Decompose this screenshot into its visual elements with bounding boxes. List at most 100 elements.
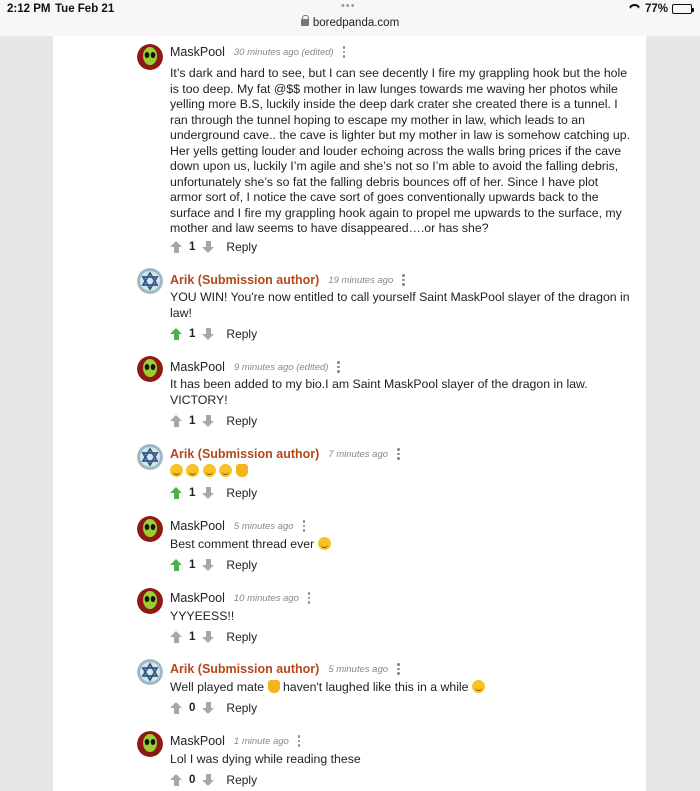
comment-author[interactable]: MaskPool xyxy=(170,591,225,605)
downvote-icon[interactable] xyxy=(202,241,215,253)
downvote-icon[interactable] xyxy=(202,702,215,714)
comment-time: 19 minutes ago xyxy=(328,274,394,286)
comment-time: 10 minutes ago xyxy=(233,592,299,604)
reply-button[interactable]: Reply xyxy=(226,414,257,428)
downvote-icon[interactable] xyxy=(202,328,215,340)
upvote-icon[interactable] xyxy=(170,631,182,643)
browser-more-dots-icon[interactable]: ••• xyxy=(341,0,356,12)
reply-button[interactable]: Reply xyxy=(226,327,257,341)
comment-author[interactable]: MaskPool xyxy=(170,45,225,59)
address-bar[interactable]: boredpanda.com xyxy=(0,15,700,29)
vote-count: 0 xyxy=(189,774,196,786)
downvote-icon[interactable] xyxy=(202,631,215,643)
laughing-face-icon xyxy=(186,464,200,477)
status-indicators: 77% xyxy=(628,3,694,15)
reply-button[interactable]: Reply xyxy=(226,240,257,254)
upvote-icon[interactable] xyxy=(170,415,182,427)
comment-text-part: Well played mate xyxy=(170,680,265,694)
downvote-icon[interactable] xyxy=(202,487,215,499)
vote-count: 1 xyxy=(189,415,196,427)
alien-avatar-icon xyxy=(137,731,163,757)
comment-author-op[interactable]: Arik (Submission author) xyxy=(170,662,319,676)
comment-time: 30 minutes ago (edited) xyxy=(233,46,334,58)
avatar-maskpool[interactable] xyxy=(137,44,163,70)
more-options-icon[interactable] xyxy=(342,46,346,58)
avatar-maskpool[interactable] xyxy=(137,731,163,757)
comment-time: 1 minute ago xyxy=(233,735,289,747)
upvote-icon[interactable] xyxy=(170,702,182,714)
wifi-icon xyxy=(628,4,641,14)
vote-bar: 1 Reply xyxy=(170,558,257,572)
laughing-face-icon xyxy=(170,464,183,477)
comment-author[interactable]: MaskPool xyxy=(170,519,225,533)
comment-text: Lol I was dying while reading these xyxy=(170,752,361,766)
comment-header: Arik (Submission author) 5 minutes ago xyxy=(170,661,400,677)
more-options-icon[interactable] xyxy=(307,592,311,604)
vote-bar: 1 Reply xyxy=(170,327,257,341)
avatar-maskpool[interactable] xyxy=(137,356,163,382)
vote-bar: 0 Reply xyxy=(170,701,257,715)
upvote-icon[interactable] xyxy=(170,487,182,499)
avatar-arik[interactable] xyxy=(137,444,163,470)
avatar-arik[interactable] xyxy=(137,659,163,685)
comment-text: Best comment thread ever xyxy=(170,537,630,553)
more-options-icon[interactable] xyxy=(397,448,400,460)
vote-bar: 1 Reply xyxy=(170,414,257,428)
vote-bar: 1 Reply xyxy=(170,486,257,500)
battery-icon xyxy=(672,4,694,14)
star-of-david-avatar-icon xyxy=(137,444,163,470)
upvote-icon[interactable] xyxy=(170,328,182,340)
laughing-face-icon xyxy=(317,537,331,550)
comment-time: 5 minutes ago xyxy=(328,663,389,675)
downvote-icon[interactable] xyxy=(202,774,215,786)
comment-header: Arik (Submission author) 19 minutes ago xyxy=(170,272,405,288)
alien-avatar-icon xyxy=(137,44,163,70)
alien-avatar-icon xyxy=(137,516,163,542)
battery-percent: 77% xyxy=(644,3,668,15)
alien-avatar-icon xyxy=(137,588,163,614)
thumbs-up-icon xyxy=(267,680,280,693)
avatar-arik[interactable] xyxy=(137,268,163,294)
comment-header: MaskPool 9 minutes ago (edited) xyxy=(170,359,340,375)
downvote-icon[interactable] xyxy=(202,415,215,427)
comment-header: Arik (Submission author) 7 minutes ago xyxy=(170,446,400,462)
comment-author-op[interactable]: Arik (Submission author) xyxy=(170,273,319,287)
more-options-icon[interactable] xyxy=(402,274,405,286)
reply-button[interactable]: Reply xyxy=(226,701,257,715)
vote-bar: 1 Reply xyxy=(170,630,257,644)
star-of-david-avatar-icon xyxy=(137,659,163,685)
upvote-icon[interactable] xyxy=(170,559,182,571)
more-options-icon[interactable] xyxy=(397,663,400,675)
more-options-icon[interactable] xyxy=(302,520,306,532)
vote-count: 1 xyxy=(189,241,196,253)
comment-author[interactable]: MaskPool xyxy=(170,734,225,748)
status-time: 2:12 PM xyxy=(7,3,51,15)
comment-time: 7 minutes ago xyxy=(328,448,389,460)
star-of-david-avatar-icon xyxy=(137,268,163,294)
lock-icon xyxy=(300,15,310,26)
reply-button[interactable]: Reply xyxy=(226,486,257,500)
status-date: Tue Feb 21 xyxy=(55,3,115,15)
more-options-icon[interactable] xyxy=(297,735,301,747)
vote-count: 0 xyxy=(189,702,196,714)
comment-header: MaskPool 30 minutes ago (edited) xyxy=(170,44,346,60)
avatar-maskpool[interactable] xyxy=(137,516,163,542)
laughing-face-icon xyxy=(202,464,216,477)
reply-button[interactable]: Reply xyxy=(226,558,257,572)
vote-count: 1 xyxy=(189,487,196,499)
vote-bar: 0 Reply xyxy=(170,773,257,787)
comment-author[interactable]: MaskPool xyxy=(170,360,225,374)
comment-author-op[interactable]: Arik (Submission author) xyxy=(170,447,319,461)
more-options-icon[interactable] xyxy=(337,361,340,373)
reply-button[interactable]: Reply xyxy=(226,630,257,644)
vote-bar: 1 Reply xyxy=(170,240,257,254)
upvote-icon[interactable] xyxy=(170,774,182,786)
vote-count: 1 xyxy=(189,631,196,643)
address-url: boredpanda.com xyxy=(312,17,400,29)
downvote-icon[interactable] xyxy=(202,559,215,571)
upvote-icon[interactable] xyxy=(170,241,182,253)
vote-count: 1 xyxy=(189,328,196,340)
avatar-maskpool[interactable] xyxy=(137,588,163,614)
comment-text: YYYEESS!! xyxy=(170,609,235,623)
reply-button[interactable]: Reply xyxy=(226,773,257,787)
